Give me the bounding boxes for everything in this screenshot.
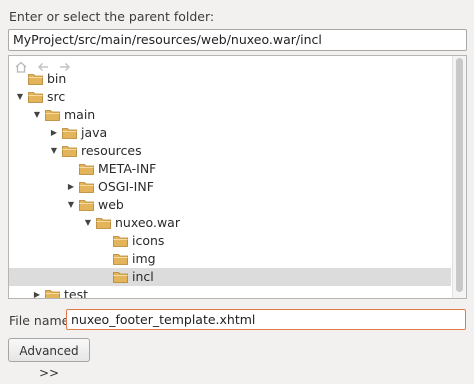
expanded-triangle-icon[interactable]: ▼	[15, 88, 25, 106]
open-folder-icon	[62, 146, 77, 157]
open-folder-icon	[45, 110, 60, 121]
tree-item-java[interactable]: ▶ java	[9, 124, 451, 142]
expanded-triangle-icon[interactable]: ▼	[32, 106, 42, 124]
collapsed-triangle-icon[interactable]: ▶	[49, 124, 59, 142]
collapsed-triangle-icon[interactable]: ▶	[32, 286, 42, 298]
tree-item-resources[interactable]: ▼ resources	[9, 142, 451, 160]
tree-item-bin[interactable]: bin	[9, 70, 451, 88]
tree-scrollbar[interactable]	[452, 56, 466, 298]
tree-item-label: test	[64, 287, 89, 299]
forward-arrow-icon[interactable]	[57, 59, 73, 75]
tree-item-label: java	[81, 125, 108, 140]
folder-icon	[79, 164, 94, 175]
back-arrow-icon[interactable]	[35, 59, 51, 75]
open-folder-icon	[79, 200, 94, 211]
tree-item-label: OSGI-INF	[98, 179, 154, 194]
expanded-triangle-icon[interactable]: ▼	[49, 142, 59, 160]
folder-tree-panel: bin ▼ src ▼ main ▶ java ▼ resources META-INF ▶ OSGI…	[8, 55, 467, 299]
open-folder-icon	[28, 92, 43, 103]
tree-item-label: resources	[81, 143, 142, 158]
home-icon[interactable]	[13, 59, 29, 75]
file-name-input[interactable]: nuxeo_footer_template.xhtml	[66, 309, 466, 330]
file-name-label: File name:	[9, 313, 74, 328]
tree-item-meta-inf[interactable]: META-INF	[9, 160, 451, 178]
tree-item-nuxeo-war[interactable]: ▼ nuxeo.war	[9, 214, 451, 232]
tree-toolbar	[13, 59, 73, 75]
tree-item-label: META-INF	[98, 161, 157, 176]
tree-item-label: img	[132, 251, 156, 266]
folder-icon	[113, 254, 128, 265]
expanded-triangle-icon[interactable]: ▼	[83, 214, 93, 232]
tree-item-src[interactable]: ▼ src	[9, 88, 451, 106]
prompt-label: Enter or select the parent folder:	[9, 9, 215, 24]
tree-item-web[interactable]: ▼ web	[9, 196, 451, 214]
folder-tree: bin ▼ src ▼ main ▶ java ▼ resources META-INF ▶ OSGI…	[9, 70, 451, 299]
folder-icon	[62, 128, 77, 139]
tree-scrollbar-thumb[interactable]	[456, 58, 463, 292]
tree-item-label: nuxeo.war	[115, 215, 180, 230]
folder-icon	[113, 272, 128, 283]
tree-item-img[interactable]: img	[9, 250, 451, 268]
parent-folder-input[interactable]: MyProject/src/main/resources/web/nuxeo.w…	[8, 29, 467, 51]
tree-item-main[interactable]: ▼ main	[9, 106, 451, 124]
tree-item-test[interactable]: ▶ test	[9, 286, 451, 299]
open-folder-icon	[96, 218, 111, 229]
tree-item-label: icons	[132, 233, 165, 248]
tree-item-label: web	[98, 197, 124, 212]
tree-item-incl[interactable]: incl	[9, 268, 451, 286]
tree-item-label: src	[47, 89, 66, 104]
advanced-button[interactable]: Advanced >>	[8, 338, 90, 380]
tree-item-label: incl	[132, 269, 154, 284]
tree-item-label: main	[64, 107, 96, 122]
folder-icon	[113, 236, 128, 247]
tree-item-icons[interactable]: icons	[9, 232, 451, 250]
collapsed-triangle-icon[interactable]: ▶	[66, 178, 76, 196]
expanded-triangle-icon[interactable]: ▼	[66, 196, 76, 214]
tree-item-osgi-inf[interactable]: ▶ OSGI-INF	[9, 178, 451, 196]
folder-icon	[79, 182, 94, 193]
folder-icon	[45, 290, 60, 298]
